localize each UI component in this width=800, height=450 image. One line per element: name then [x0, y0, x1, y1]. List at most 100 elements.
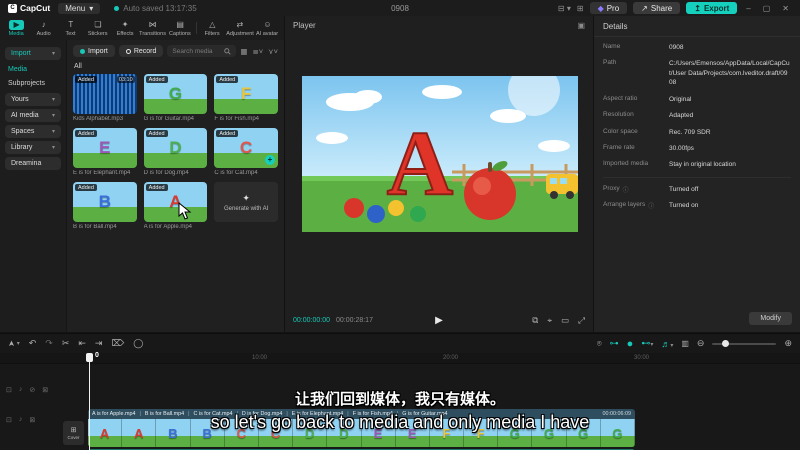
tab-audio[interactable]: ♪ Audio [31, 20, 56, 37]
sidebar-item-subprojects[interactable]: Subprojects [0, 77, 66, 90]
media-item-g-guitar[interactable]: Added G G is for Guitar.mp4 [143, 74, 208, 122]
select-tool-button[interactable]: ➤ ▾ [7, 339, 20, 348]
redo-icon[interactable]: ↷ [45, 338, 53, 349]
tab-filters[interactable]: △ Filters [200, 20, 225, 37]
modify-button[interactable]: Modify [749, 312, 792, 325]
sidebar-item-yours[interactable]: Yours ▾ [5, 93, 61, 106]
media-item-f-fish[interactable]: Added F F is for Fish.mp4 [214, 74, 278, 122]
tab-label: Text [65, 30, 76, 37]
preview-quality-icon[interactable]: ▥ [681, 339, 689, 348]
voiceover-icon[interactable]: ⌾ [597, 339, 602, 349]
media-item-a-apple[interactable]: Added A A is for Apple.mp4 [143, 182, 208, 230]
media-item-kids-alphabet[interactable]: Added 03:10 Kids Alphabet.mp3 [73, 74, 137, 122]
tab-captions[interactable]: ▤ Captions [168, 20, 193, 37]
ruler-mark: 10:00 [252, 355, 268, 361]
tab-label: Captions [169, 30, 192, 37]
media-thumbnail[interactable]: Added B [73, 182, 137, 222]
import-button[interactable]: Import [73, 45, 115, 57]
generate-with-ai-card[interactable]: ✦ Generate with AI [214, 182, 278, 230]
tab-adjustment[interactable]: ⇄ Adjustment [226, 20, 254, 37]
player-options-icon[interactable]: ▣ [577, 21, 585, 30]
pro-button[interactable]: ◆ Pro [589, 2, 628, 14]
sidebar-item-media[interactable]: Media [0, 63, 66, 76]
slider-handle[interactable] [722, 340, 730, 347]
detail-value: Stay in original location [669, 161, 736, 169]
preview-scene: A [302, 64, 578, 232]
close-button[interactable]: ✕ [779, 4, 792, 13]
object-tracking-icon[interactable]: ⌖ [547, 315, 552, 326]
added-badge: Added [145, 184, 168, 191]
split-icon[interactable]: ✂ [62, 338, 70, 349]
filter-icon[interactable]: ⋎˅ [268, 47, 278, 56]
media-item-name: F is for Fish.mp4 [214, 116, 260, 122]
subtitle-chinese: 让我们回到媒体，我只有媒体。 [294, 391, 505, 408]
trim-left-icon[interactable]: ⇤ [78, 338, 86, 349]
tab-effects[interactable]: ✦ Effects [113, 20, 138, 37]
sidebar-item-dreamina[interactable]: Dreamina [5, 157, 61, 170]
sidebar-item-import[interactable]: Import ▾ [5, 47, 61, 60]
preview-audio-icon[interactable]: ♬▾ [661, 339, 673, 349]
mirror-preview-icon[interactable]: ⧉ [532, 315, 538, 326]
tab-label: Effects [116, 30, 134, 37]
search-placeholder: Search media [172, 47, 213, 55]
layout-toggle-icon[interactable]: ⊟ ▾ [558, 4, 571, 13]
mask-icon[interactable]: ◯ [133, 338, 143, 349]
menu-button[interactable]: Menu ▾ [58, 2, 101, 14]
thumb-letter: B [98, 192, 111, 211]
timeline-ruler[interactable]: 10:00 20:00 30:00 [0, 353, 800, 364]
timeline-zoom-slider[interactable] [712, 340, 777, 347]
tab-media[interactable]: ▶ Media [4, 19, 29, 37]
media-item-c-cat[interactable]: Added C + C is for Cat.mp4 [214, 128, 278, 176]
media-grid: Added 03:10 Kids Alphabet.mp3 Added G G … [73, 74, 278, 230]
play-button[interactable]: ▶ [435, 315, 443, 326]
media-item-name: A is for Apple.mp4 [143, 224, 193, 230]
tab-text[interactable]: T Text [58, 20, 83, 37]
delete-icon[interactable]: ⌦ [111, 338, 124, 349]
undo-icon[interactable]: ↶ [29, 338, 37, 349]
sidebar-item-ai-media[interactable]: AI media ▾ [5, 109, 61, 122]
media-thumbnail[interactable]: Added 03:10 [73, 74, 137, 114]
detail-label: Proxy [603, 184, 620, 192]
thumb-letter: E [99, 138, 111, 157]
record-button[interactable]: Record [118, 45, 164, 57]
media-thumbnail[interactable]: Added C + [214, 128, 278, 168]
media-thumbnail[interactable]: Added G [143, 74, 208, 114]
auto-ripple-icon[interactable]: ● [627, 338, 634, 350]
tab-transitions[interactable]: ⋈ Transitions [139, 20, 166, 37]
info-icon[interactable]: ⓘ [648, 201, 654, 210]
tab-stickers[interactable]: ❏ Stickers [85, 20, 110, 37]
sticker-icon: ❏ [94, 19, 102, 29]
media-item-name: D is for Dog.mp4 [143, 170, 189, 176]
ratio-icon[interactable]: ▭ [561, 315, 569, 326]
sidebar-item-spaces[interactable]: Spaces ▾ [5, 125, 61, 138]
media-item-b-ball[interactable]: Added B B is for Ball.mp4 [73, 182, 137, 230]
media-thumbnail[interactable]: Added A [143, 182, 208, 222]
export-button[interactable]: ↥ Export [686, 2, 738, 14]
magnetic-snap-icon[interactable]: ⊶ [610, 338, 619, 349]
add-to-timeline-button[interactable]: + [265, 155, 275, 165]
media-thumbnail[interactable]: Added D [143, 128, 208, 168]
sidebar-item-library[interactable]: Library ▾ [5, 141, 61, 154]
zoom-in-icon[interactable]: ⊕ [784, 338, 792, 349]
grid-view-icon[interactable]: ▦ [240, 47, 247, 56]
linking-icon[interactable]: ⊷▾ [641, 338, 653, 349]
minimize-button[interactable]: – [743, 4, 753, 13]
zoom-out-icon[interactable]: ⊖ [697, 338, 705, 349]
filter-all-label[interactable]: All [67, 59, 284, 72]
panel-layout-icon[interactable]: ⊞ [577, 4, 584, 13]
fullscreen-icon[interactable]: ⤢ [578, 315, 585, 326]
media-thumbnail[interactable]: Added E [73, 128, 137, 168]
media-thumbnail[interactable]: Added F [214, 74, 278, 114]
tab-ai-avatar[interactable]: ☺ AI avatar [255, 20, 280, 37]
sort-icon[interactable]: ≣˅ [252, 47, 263, 56]
share-button[interactable]: ↗ Share [633, 2, 681, 14]
media-item-d-dog[interactable]: Added D D is for Dog.mp4 [143, 128, 208, 176]
search-input[interactable]: Search media [167, 45, 237, 57]
generate-label: Generate with AI [223, 205, 269, 212]
info-icon[interactable]: ⓘ [623, 185, 629, 194]
video-preview[interactable]: A [302, 64, 578, 232]
media-item-e-elephant[interactable]: Added E E is for Elephant.mp4 [73, 128, 137, 176]
maximize-button[interactable]: ▢ [760, 4, 774, 13]
added-badge: Added [216, 130, 239, 137]
trim-right-icon[interactable]: ⇥ [95, 338, 103, 349]
